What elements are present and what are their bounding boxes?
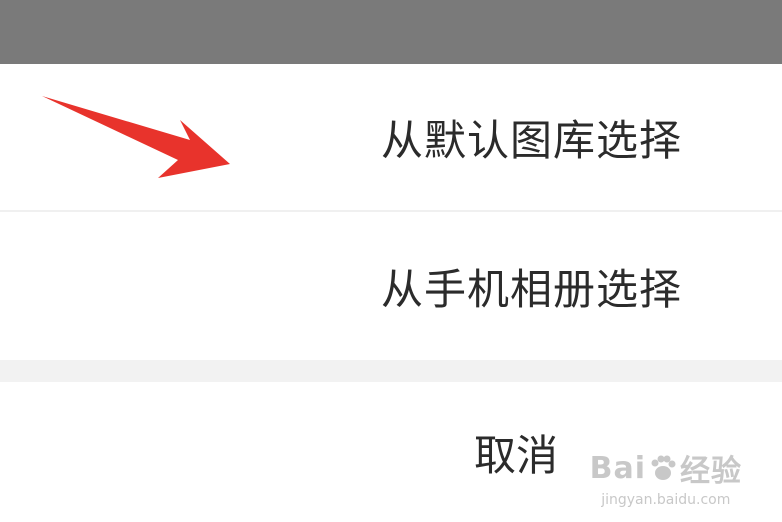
cancel-separator [0, 360, 782, 382]
watermark-url: jingyan.baidu.com [601, 492, 731, 508]
watermark-logo-right: 经验 [680, 454, 742, 489]
option-label: 从手机相册选择 [380, 264, 682, 314]
red-arrow-annotation-icon [42, 96, 230, 178]
select-from-phone-album-option[interactable]: 从手机相册选择 [0, 212, 782, 360]
cancel-label: 取消 [473, 430, 558, 480]
baidu-jingyan-watermark: Bai 经验 jingyan.baidu.com [590, 446, 742, 509]
watermark-logo: Bai 经验 [590, 446, 742, 490]
paw-icon [651, 455, 676, 480]
dimmed-overlay[interactable] [0, 0, 782, 64]
watermark-logo-left: Bai [589, 450, 646, 486]
option-label: 从默认图库选择 [380, 115, 682, 165]
